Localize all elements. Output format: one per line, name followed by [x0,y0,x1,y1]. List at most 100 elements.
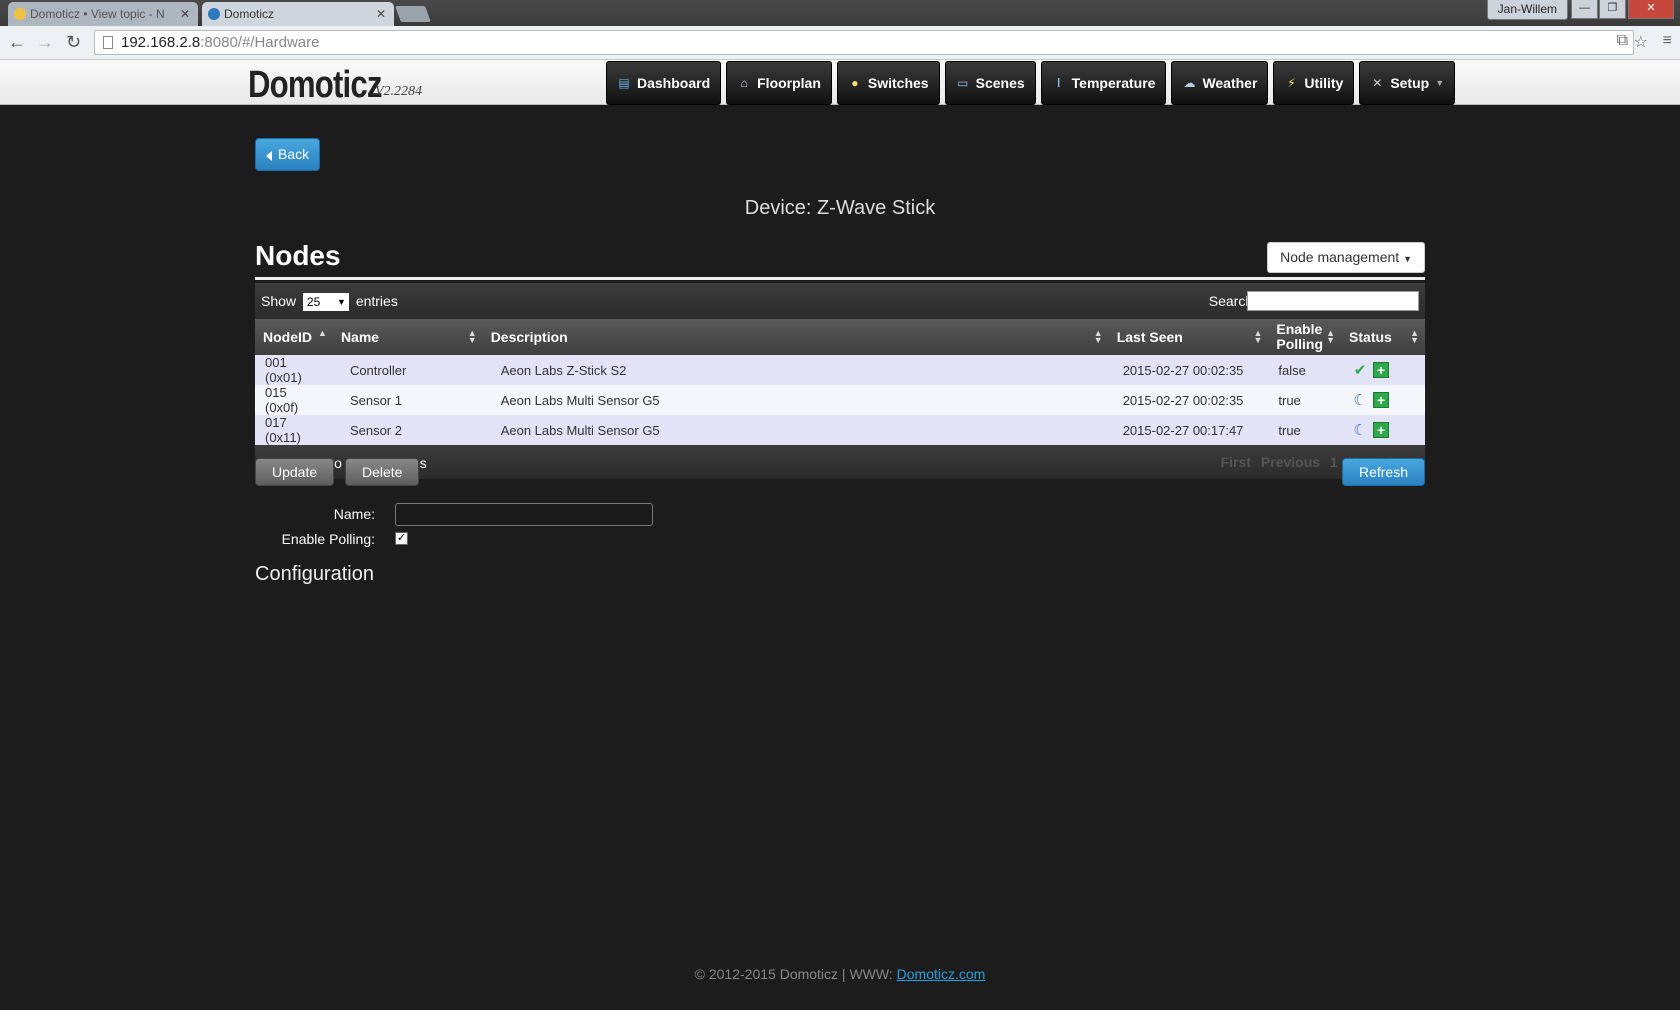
nav-dashboard[interactable]: ▤ Dashboard [606,61,722,105]
nav-switches[interactable]: ● Switches [836,61,940,105]
table-row[interactable]: 001 (0x01) Controller Aeon Labs Z-Stick … [255,355,1425,385]
node-management-label: Node management [1280,249,1400,265]
app-logo[interactable]: Domoticz [248,64,382,107]
bookmark-star-icon[interactable]: ☆ [1634,32,1648,52]
sort-icon: ▲ ▼ [467,328,477,345]
pager-first[interactable]: First [1221,454,1251,470]
column-label: NodeID [263,328,312,345]
tab-title: Domoticz [224,7,275,21]
cell-last-seen: 2015-02-27 00:02:35 [1108,385,1269,415]
cell-last-seen: 2015-02-27 00:17:47 [1108,415,1269,445]
new-tab-button[interactable] [395,6,431,22]
device-title: Device: Z-Wave Stick [744,197,936,219]
column-label: Name [340,328,380,345]
table-header-row: NodeID ▲ Name ▲ ▼ Description ▲ ▼ Last Seen ▲ ▼… [255,319,1425,355]
cell-nodeid: 001 (0x01) [255,355,333,385]
search-input[interactable] [1247,291,1419,311]
node-management-dropdown[interactable]: Node management ▼ [1267,242,1425,273]
delete-button[interactable]: Delete [345,458,420,486]
caret-down-icon: ▼ [1403,254,1412,264]
nav-scenes[interactable]: ▭ Scenes [944,61,1036,105]
name-label: Name: [333,506,375,522]
check-icon: ✔ [1353,362,1367,379]
lightbulb-favicon-icon [14,8,26,20]
close-window-button[interactable]: ✕ [1628,0,1674,19]
plus-icon[interactable]: + [1373,392,1390,408]
refresh-button[interactable]: Refresh [1341,458,1425,486]
plus-icon[interactable]: + [1373,362,1390,378]
sleep-moon-icon: ☾ [1353,392,1367,409]
scenes-icon: ▭ [956,76,969,90]
nav-label: Dashboard [637,75,711,91]
entries-label: entries [355,293,398,309]
sort-icon: ▲ ▼ [1410,328,1419,345]
menu-icon[interactable]: ≡ [1663,32,1672,50]
main-nav: ▤ Dashboard ⌂ Floorplan ● Switches ▭ Sce… [606,61,1456,105]
browser-tab-forum[interactable]: Domoticz • View topic - N ✕ [8,2,198,26]
url-path: :8080/#/Hardware [200,34,320,51]
cell-polling: false [1268,355,1342,385]
pager-page-1[interactable]: 1 [1330,454,1338,470]
caret-left-icon [266,151,272,161]
nav-temperature[interactable]: ǀ Temperature [1040,61,1167,105]
lightbulb-icon: ● [851,76,859,90]
minimize-button[interactable]: — [1571,0,1598,19]
column-description[interactable]: Description ▲ ▼ [482,319,1109,355]
close-tab-icon[interactable]: ✕ [180,2,190,26]
cell-name: Controller [332,355,483,385]
browser-tab-bar: Domoticz • View topic - N ✕ Domoticz ✕ J… [0,0,1680,26]
domoticz-favicon-icon [208,8,220,20]
pager-previous[interactable]: Previous [1261,454,1320,470]
sleep-moon-icon: ☾ [1353,422,1367,439]
reload-icon[interactable]: ↻ [66,32,81,52]
nav-setup[interactable]: ✕ Setup ▼ [1359,61,1456,105]
column-enable-polling[interactable]: Enable Polling ▲ ▼ [1268,319,1342,355]
nodes-table-wrapper: Show 25 entries Search: NodeID ▲ Name ▲▼ D… [255,283,1425,479]
back-button[interactable]: Back [255,138,321,171]
browser-tab-domoticz[interactable]: Domoticz ✕ [202,2,394,26]
app-version: V2.2284 [375,84,423,99]
nodes-heading: Nodes [255,240,341,271]
column-last-seen[interactable]: Last Seen ▲ ▼ [1108,319,1269,355]
column-name[interactable]: Name ▲ ▼ [332,319,483,355]
table-row[interactable]: 015 (0x0f) Sensor 1 Aeon Labs Multi Sens… [255,385,1425,415]
translate-icon[interactable]: ⧉ [1617,32,1628,50]
cell-nodeid: 015 (0x0f) [255,385,333,415]
table-row[interactable]: 017 (0x11) Sensor 2 Aeon Labs Multi Sens… [255,415,1425,445]
back-arrow-icon[interactable]: ← [8,32,26,52]
nav-floorplan[interactable]: ⌂ Floorplan [726,61,832,105]
entries-select[interactable]: 25 [302,293,349,312]
url-field[interactable]: 192.168.2.8:8080/#/Hardware [94,30,1634,55]
show-label: Show [261,293,297,309]
footer-link[interactable]: Domoticz.com [897,966,986,982]
column-nodeid[interactable]: NodeID ▲ [255,319,333,355]
forward-arrow-icon[interactable]: → [36,32,54,52]
app-header: Domoticz V2.2284 ▤ Dashboard ⌂ Floorplan… [0,60,1680,107]
sort-asc-icon: ▲ [318,328,327,338]
tab-title: Domoticz • View topic - N [30,7,165,21]
name-input[interactable] [395,503,653,526]
footer: © 2012-2015 Domoticz | WWW: Domoticz.com [0,966,1680,982]
plus-icon[interactable]: + [1373,422,1390,438]
cell-polling: true [1268,385,1342,415]
entries-value: 25 [306,295,321,310]
nav-utility[interactable]: ⚡ Utility [1273,61,1355,105]
nav-weather[interactable]: ☁ Weather [1171,61,1269,105]
footer-text: © 2012-2015 Domoticz | WWW: [694,966,897,982]
entries-length: Show 25 entries [261,293,398,312]
page-icon [103,36,113,49]
column-label: Description [490,328,568,345]
maximize-button[interactable]: ❐ [1599,0,1626,19]
column-label: Status [1349,328,1392,345]
tools-icon: ✕ [1372,76,1383,90]
column-status[interactable]: Status ▲ ▼ [1341,319,1425,355]
divider [255,277,1425,280]
cell-status: ☾ + [1341,415,1425,445]
nodes-table: NodeID ▲ Name ▲ ▼ Description ▲ ▼ Last Seen ▲ ▼… [255,319,1425,445]
enable-polling-checkbox[interactable]: ✓ [395,532,408,545]
cell-polling: true [1268,415,1342,445]
close-tab-icon[interactable]: ✕ [376,2,386,26]
column-label: Enable Polling [1276,321,1324,352]
configuration-heading: Configuration [255,563,374,585]
update-button[interactable]: Update [255,458,335,486]
